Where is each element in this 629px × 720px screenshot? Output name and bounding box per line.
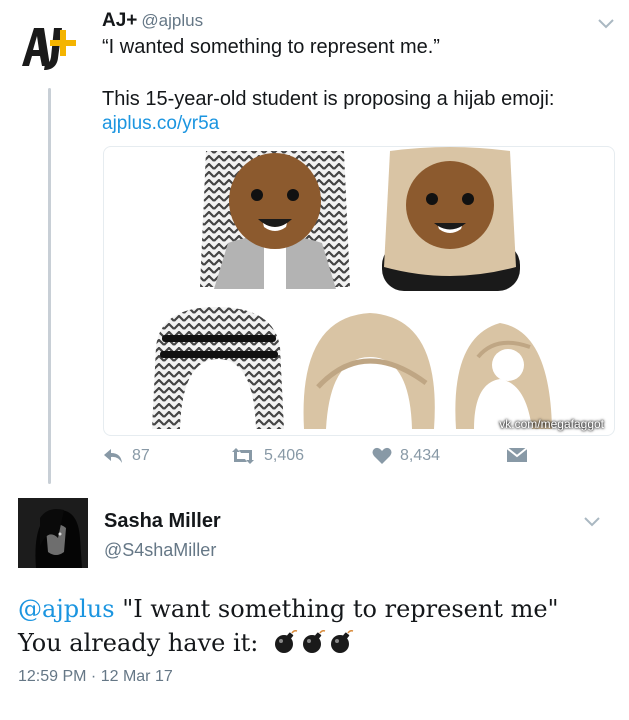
hijab-side-emoji <box>455 323 552 429</box>
tweet-text-line2: You already have it: <box>18 629 267 657</box>
watermark-text: vk.com/megafaggot <box>499 417 604 431</box>
bomb-emoji <box>303 630 326 653</box>
author-name[interactable]: Sasha Miller <box>104 510 221 533</box>
tweet-body-text: This 15-year-old student is proposing a … <box>102 88 555 110</box>
reply-count: 87 <box>132 447 150 464</box>
bomb-emoji <box>275 630 298 653</box>
tweet-link[interactable]: ajplus.co/yr5a <box>102 113 219 135</box>
like-button[interactable]: 8,434 <box>372 447 440 465</box>
tweet-reply[interactable]: Sasha Miller @S4shaMiller @ajplus "I wan… <box>0 492 629 720</box>
reply-icon <box>104 449 122 463</box>
hijab-emoji-figure <box>382 147 520 291</box>
mention-link[interactable]: @ajplus <box>18 595 115 623</box>
reply-button[interactable]: 87 <box>102 447 150 465</box>
direct-message-icon <box>506 447 528 462</box>
keffiyeh-agal-emoji <box>152 307 284 429</box>
tweet-action-bar: 87 5,406 8,434 <box>102 447 532 473</box>
avatar-photo <box>18 498 88 568</box>
tweet-quote-text: “I wanted something to represent me.” <box>102 36 440 58</box>
tweet-ajplus[interactable]: AJ+ @ajplus “I wanted something to repres… <box>0 0 629 492</box>
tweet-timestamp[interactable]: 12:59 PM · 12 Mar 17 <box>18 668 173 686</box>
retweet-button[interactable]: 5,406 <box>230 447 304 465</box>
author-handle[interactable]: @S4shaMiller <box>104 540 216 561</box>
aj-plus-logo[interactable] <box>20 22 78 74</box>
tweet-media-image[interactable]: vk.com/megafaggot <box>103 146 615 436</box>
media-watermark: vk.com/megafaggot <box>481 417 604 431</box>
direct-message-button[interactable] <box>506 447 528 463</box>
chevron-down-icon[interactable] <box>582 514 602 528</box>
retweet-icon <box>232 448 254 464</box>
keffiyeh-emoji-figure <box>200 151 350 289</box>
bomb-emoji <box>331 630 354 653</box>
author-handle[interactable]: @ajplus <box>141 11 203 30</box>
hijab-emoji-illustration <box>152 147 552 429</box>
like-count: 8,434 <box>400 447 441 464</box>
author-name[interactable]: AJ+ <box>102 10 137 31</box>
tweet-author[interactable]: AJ+ @ajplus <box>102 10 203 32</box>
avatar[interactable] <box>18 498 88 568</box>
thread-line <box>48 88 51 484</box>
retweet-count: 5,406 <box>264 447 305 464</box>
heart-icon <box>372 447 392 464</box>
bomb-emoji-group <box>272 629 354 655</box>
vk-logo-icon <box>481 418 496 430</box>
hijab-front-emoji <box>303 313 435 429</box>
chevron-down-icon[interactable] <box>596 16 616 30</box>
tweet-text-line1: "I want something to represent me" <box>114 595 559 623</box>
tweet-body-text: @ajplus "I want something to represent m… <box>18 592 618 660</box>
